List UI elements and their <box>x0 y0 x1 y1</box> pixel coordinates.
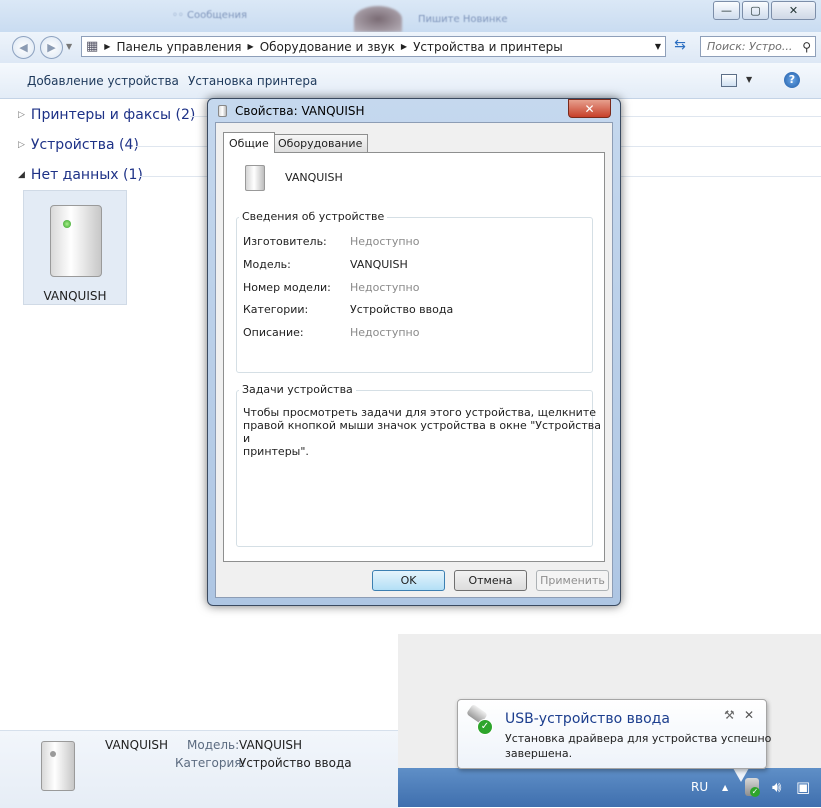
manufacturer-value: Недоступно <box>350 235 420 248</box>
description-value: Недоступно <box>350 326 420 339</box>
close-button[interactable]: ✕ <box>771 1 816 20</box>
device-tile-label: VANQUISH <box>43 289 107 303</box>
blurred-title-left: ◦◦ Сообщения <box>172 10 247 21</box>
notification-message-line2: завершена. <box>505 747 573 760</box>
properties-dialog: Свойства: VANQUISH ✕ Общие Оборудование … <box>207 98 621 606</box>
device-small-icon <box>218 105 227 117</box>
tab-general[interactable]: Общие <box>223 132 275 153</box>
forward-button[interactable]: ▶ <box>40 36 63 59</box>
search-input[interactable]: Поиск: Устро... ⚲ <box>700 36 816 57</box>
notification-close-button[interactable]: ✕ <box>744 708 754 722</box>
maximize-button[interactable]: ▢ <box>742 1 769 20</box>
model-label: Модель: <box>243 258 291 271</box>
notification-balloon[interactable]: ✓ USB-устройство ввода ⚒ ✕ Установка дра… <box>457 699 771 769</box>
command-bar: Добавление устройства Установка принтера… <box>0 63 821 99</box>
usb-device-icon: ✓ <box>466 703 493 735</box>
details-model-label: Модель: <box>187 738 240 752</box>
categories-value: Устройство ввода <box>350 303 454 316</box>
group-devices[interactable]: ▷ Устройства (4) <box>18 137 139 153</box>
ok-button[interactable]: OK <box>372 570 445 591</box>
device-tasks-text: Чтобы просмотреть задачи для этого устро… <box>243 406 601 458</box>
device-tile-vanquish[interactable]: VANQUISH <box>23 190 127 305</box>
minimize-button[interactable]: — <box>713 1 740 20</box>
apply-button[interactable]: Применить <box>536 570 609 591</box>
model-number-label: Номер модели: <box>243 281 331 294</box>
manufacturer-label: Изготовитель: <box>243 235 327 248</box>
volume-icon[interactable]: 🔊︎ <box>772 778 781 796</box>
address-dropdown-icon[interactable]: ▼ <box>655 42 661 51</box>
details-pane: VANQUISH Модель: VANQUISH Категория: Уст… <box>0 730 400 808</box>
group-printers-faxes[interactable]: ▷ Принтеры и факсы (2) <box>18 107 195 123</box>
title-bar: ◦◦ Сообщения Пишите Новинке — ▢ ✕ <box>0 0 821 32</box>
refresh-icon[interactable]: ⇆ <box>668 37 692 56</box>
add-printer-button[interactable]: Установка принтера <box>188 74 317 88</box>
tab-hardware[interactable]: Оборудование <box>272 134 369 152</box>
recent-pages-icon[interactable]: ▼ <box>66 42 72 51</box>
breadcrumb-hardware-sound[interactable]: Оборудование и звук <box>260 40 395 54</box>
view-dropdown-icon[interactable]: ▼ <box>746 75 752 84</box>
device-name: VANQUISH <box>285 171 343 184</box>
notification-title: USB-устройство ввода <box>505 711 670 727</box>
categories-label: Категории: <box>243 303 309 316</box>
details-category-label: Категория: <box>175 756 246 770</box>
balloon-tail <box>733 768 749 782</box>
taskbar: RU ▲ ✓ 🔊︎ ▣ <box>398 768 821 807</box>
device-info-legend: Сведения об устройстве <box>239 210 388 223</box>
search-icon[interactable]: ⚲ <box>802 40 811 54</box>
description-label: Описание: <box>243 326 304 339</box>
device-icon <box>50 205 102 277</box>
expand-arrow-icon[interactable]: ▷ <box>18 140 25 150</box>
control-panel-icon: ▦ <box>86 39 99 54</box>
help-icon[interactable]: ? <box>784 72 800 88</box>
details-model-value: VANQUISH <box>239 738 303 752</box>
breadcrumb-devices-printers[interactable]: Устройства и принтеры <box>413 40 563 54</box>
settings-wrench-icon[interactable]: ⚒ <box>724 708 735 722</box>
cancel-button[interactable]: Отмена <box>454 570 527 591</box>
expand-arrow-icon[interactable]: ▷ <box>18 110 25 120</box>
device-icon <box>245 165 265 191</box>
network-icon[interactable]: ▣ <box>796 778 810 796</box>
notification-message-line1: Установка драйвера для устройства успешн… <box>505 732 772 745</box>
model-number-value: Недоступно <box>350 281 420 294</box>
general-tab-panel: VANQUISH Сведения об устройстве Изготови… <box>223 152 605 562</box>
details-device-name: VANQUISH <box>105 738 169 752</box>
group-no-data[interactable]: ◢ Нет данных (1) <box>18 167 143 183</box>
collapse-arrow-icon[interactable]: ◢ <box>18 170 25 180</box>
device-icon <box>41 741 75 791</box>
view-options-icon[interactable] <box>721 74 737 87</box>
details-category-value: Устройство ввода <box>239 756 352 770</box>
show-hidden-icons-button[interactable]: ▲ <box>722 783 728 792</box>
device-tasks-legend: Задачи устройства <box>239 383 356 396</box>
blurred-title-right: Пишите Новинке <box>418 14 508 25</box>
dialog-title: Свойства: VANQUISH <box>235 104 365 118</box>
dialog-close-button[interactable]: ✕ <box>568 99 611 118</box>
breadcrumb-control-panel[interactable]: Панель управления <box>116 40 241 54</box>
dialog-body: Общие Оборудование VANQUISH Сведения об … <box>215 122 613 598</box>
model-value: VANQUISH <box>350 258 408 271</box>
address-bar[interactable]: ▦ ▶ Панель управления ▶ Оборудование и з… <box>81 36 666 57</box>
add-device-button[interactable]: Добавление устройства <box>27 74 179 88</box>
back-button[interactable]: ◀ <box>12 36 35 59</box>
blurred-avatar <box>354 6 402 32</box>
language-indicator[interactable]: RU <box>691 780 708 794</box>
